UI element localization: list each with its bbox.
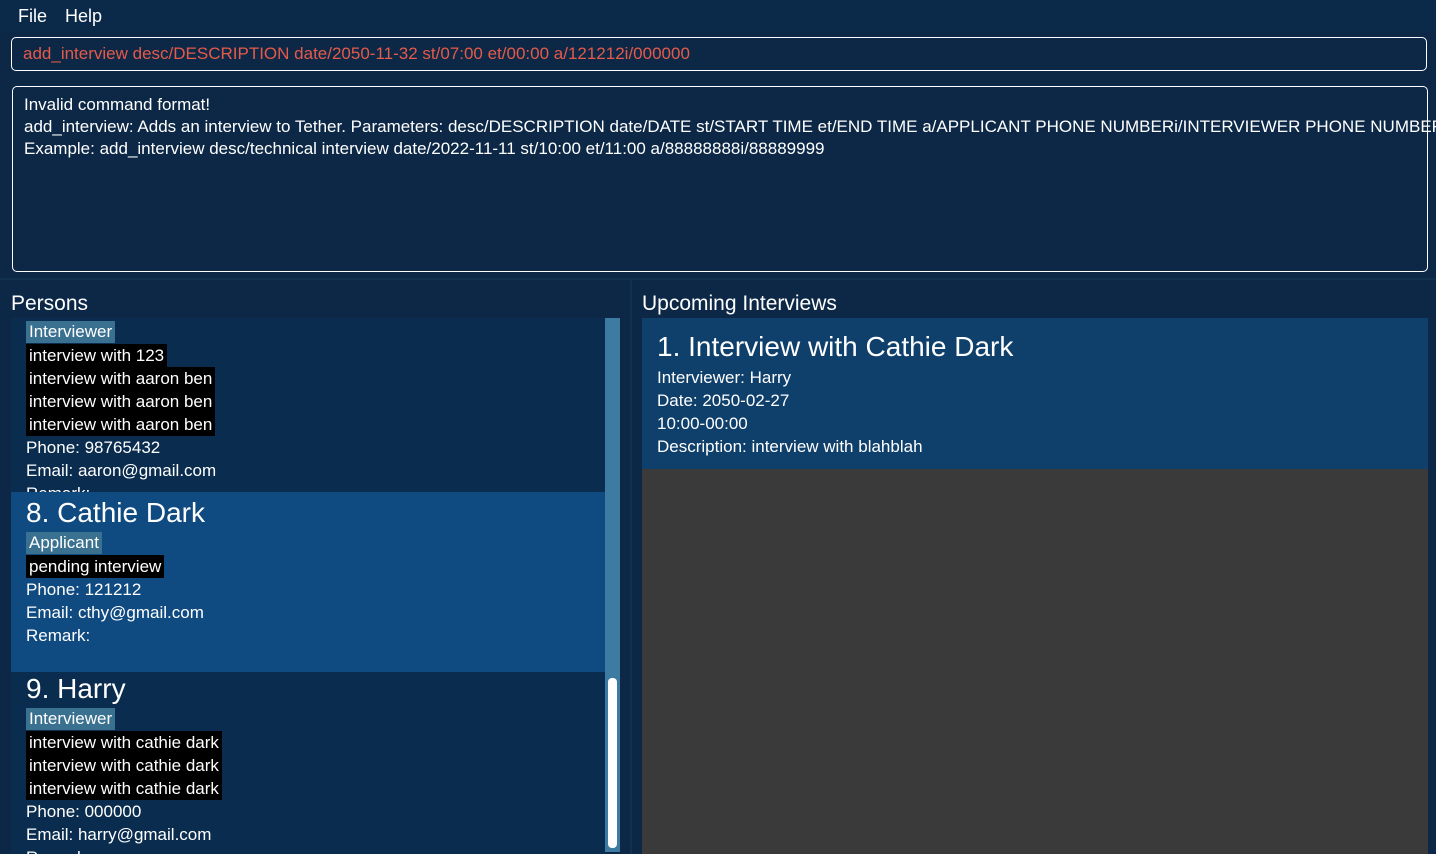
phone-label: Phone: 121212	[26, 580, 142, 599]
persons-panel-title: Persons	[11, 292, 89, 315]
date-label: Date: 2050-02-27	[657, 391, 790, 410]
interview-tag: interview with cathie dark	[26, 777, 222, 800]
result-line-example: Example: add_interview desc/technical in…	[24, 139, 825, 158]
persons-scrollbar[interactable]	[605, 318, 620, 852]
time-label: 10:00-00:00	[657, 414, 748, 433]
interviewer-label: Interviewer: Harry	[657, 368, 792, 387]
interview-tag: interview with cathie dark	[26, 731, 222, 754]
person-card-partial[interactable]: Interviewer interview with 123 interview…	[11, 318, 605, 492]
interview-tag: interview with cathie dark	[26, 754, 222, 777]
interview-title: 1. Interview with Cathie Dark	[657, 330, 1428, 364]
result-line-error: Invalid command format!	[24, 95, 211, 114]
interview-title-text: Interview with Cathie Dark	[688, 331, 1014, 362]
remark-label: Remark:	[26, 626, 91, 645]
person-card[interactable]: 9. Harry Interviewer interview with cath…	[11, 672, 605, 854]
remark-label: Remark:	[26, 482, 605, 492]
person-card-selected[interactable]: 8. Cathie Dark Applicant pending intervi…	[11, 492, 605, 672]
interview-tag: interview with aaron ben	[26, 367, 216, 390]
interview-index: 1.	[657, 331, 681, 362]
result-line-usage: add_interview: Adds an interview to Teth…	[24, 117, 1436, 136]
interview-tags: interview with 123 interview with aaron …	[26, 344, 605, 436]
interview-tag: interview with 123	[26, 344, 168, 367]
app-window: File Help Invalid command format! add_in…	[0, 0, 1436, 854]
interview-tag: pending interview	[26, 555, 165, 578]
interview-card[interactable]: 1. Interview with Cathie Dark Interviewe…	[642, 318, 1428, 469]
panel-divider	[630, 280, 632, 854]
menu-file[interactable]: File	[9, 0, 56, 32]
person-name-text: Cathie Dark	[57, 497, 205, 528]
command-box[interactable]	[11, 37, 1427, 71]
email-label: Email: cthy@gmail.com	[26, 603, 204, 622]
role-tag: Interviewer	[26, 321, 116, 343]
person-index: 8.	[26, 497, 50, 528]
remark-label: Remark:	[26, 846, 605, 854]
description-label: Description: interview with blahblah	[657, 437, 923, 456]
scrollbar-thumb[interactable]	[608, 678, 617, 848]
person-name-text: Harry	[57, 673, 126, 704]
email-label: Email: harry@gmail.com	[26, 825, 212, 844]
interview-tag: interview with aaron ben	[26, 390, 216, 413]
menu-help[interactable]: Help	[56, 0, 111, 32]
role-tag: Interviewer	[26, 708, 116, 730]
interview-tag: interview with aaron ben	[26, 413, 216, 436]
persons-list[interactable]: Interviewer interview with 123 interview…	[11, 318, 605, 854]
interview-tags: interview with cathie dark interview wit…	[26, 731, 605, 800]
command-input[interactable]	[23, 44, 1426, 64]
email-label: Email: aaron@gmail.com	[26, 461, 217, 480]
interviews-panel-title: Upcoming Interviews	[642, 292, 837, 315]
person-name: 9. Harry	[26, 672, 605, 706]
horizontal-divider	[0, 278, 1436, 280]
phone-label: Phone: 000000	[26, 802, 142, 821]
interview-tags: pending interview	[26, 555, 605, 578]
phone-label: Phone: 98765432	[26, 438, 161, 457]
person-index: 9.	[26, 673, 50, 704]
person-name: 8. Cathie Dark	[26, 496, 605, 530]
result-display: Invalid command format! add_interview: A…	[12, 86, 1436, 272]
interviews-list[interactable]: 1. Interview with Cathie Dark Interviewe…	[642, 318, 1428, 854]
menu-bar: File Help	[0, 0, 1436, 32]
role-tag: Applicant	[26, 532, 102, 554]
